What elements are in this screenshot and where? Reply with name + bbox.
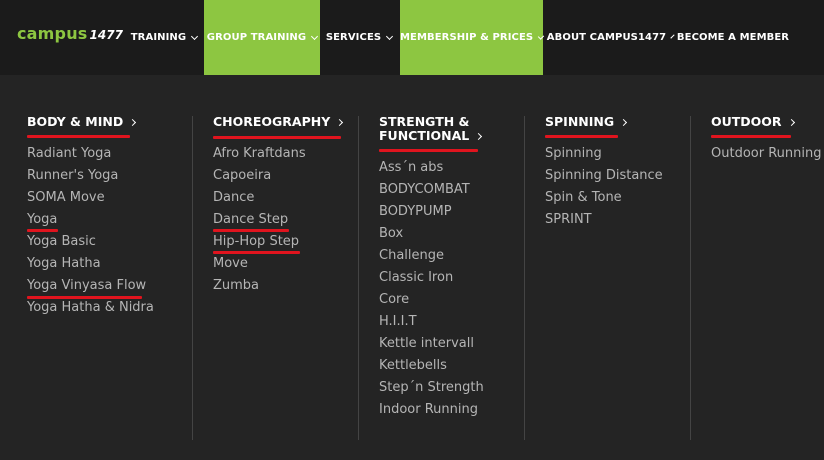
column-divider (358, 116, 359, 440)
heading-outdoor[interactable]: OUTDOOR (711, 115, 795, 129)
list-item-yoga[interactable]: Yoga (27, 209, 154, 231)
spinning-list: Spinning Spinning Distance Spin & Tone S… (545, 143, 663, 231)
list-item-classic-iron[interactable]: Classic Iron (379, 267, 484, 289)
nav-about-campus1477[interactable]: ABOUT CAMPUS1477 (546, 0, 675, 75)
list-item-kettlebells[interactable]: Kettlebells (379, 355, 484, 377)
choreography-list: Afro Kraftdans Capoeira Dance Dance Step… (213, 143, 306, 297)
list-item-assn-abs[interactable]: Ass´n abs (379, 157, 484, 179)
list-item-bodycombat[interactable]: BODYCOMBAT (379, 179, 484, 201)
underline-marker (545, 135, 618, 138)
chevron-down-icon (191, 32, 199, 40)
menu-column-spinning: SPINNING Spinning Spinning Distance Spin… (545, 115, 663, 227)
list-item-indoor-running[interactable]: Indoor Running (379, 399, 484, 421)
list-item-challenge[interactable]: Challenge (379, 245, 484, 267)
list-item-kettle-intervall[interactable]: Kettle intervall (379, 333, 484, 355)
chevron-right-icon (475, 132, 483, 141)
underline-marker (27, 135, 130, 138)
heading-strength-functional[interactable]: STRENGTH & FUNCTIONAL (379, 115, 483, 143)
list-item-yoga-hatha[interactable]: Yoga Hatha (27, 253, 154, 275)
chevron-right-icon (787, 118, 795, 127)
chevron-down-icon (538, 32, 545, 40)
underline-marker (213, 136, 341, 139)
nav-membership-prices[interactable]: MEMBERSHIP & PRICES (400, 0, 545, 75)
list-item-hiit[interactable]: H.I.I.T (379, 311, 484, 333)
column-divider (524, 116, 525, 440)
underline-marker (213, 251, 300, 254)
nav-group-training-label: GROUP TRAINING (206, 32, 307, 43)
heading-spinning[interactable]: SPINNING (545, 115, 628, 129)
list-item-hip-hop-step[interactable]: Hip-Hop Step (213, 231, 306, 253)
chevron-down-icon (311, 32, 319, 40)
underline-marker (27, 296, 142, 299)
logo-word: campus (17, 24, 88, 43)
nav-group-training[interactable]: GROUP TRAINING (204, 0, 320, 75)
nav-training[interactable]: TRAINING (126, 0, 202, 75)
list-item-box[interactable]: Box (379, 223, 484, 245)
column-divider (690, 116, 691, 440)
list-item-afro-kraftdans[interactable]: Afro Kraftdans (213, 143, 306, 165)
list-item-yoga-hatha-nidra[interactable]: Yoga Hatha & Nidra (27, 297, 154, 319)
nav-become-a-member[interactable]: BECOME A MEMBER (676, 0, 790, 75)
list-item-dance-step[interactable]: Dance Step (213, 209, 306, 231)
list-item-capoeira[interactable]: Capoeira (213, 165, 306, 187)
nav-services[interactable]: SERVICES (322, 0, 396, 75)
heading-body-mind[interactable]: BODY & MIND (27, 115, 137, 129)
campus1477-logo[interactable]: campus 1477 (17, 24, 123, 46)
chevron-down-icon (386, 32, 394, 40)
list-item-dance[interactable]: Dance (213, 187, 306, 209)
heading-choreography[interactable]: CHOREOGRAPHY (213, 115, 344, 129)
list-item-stepn-strength[interactable]: Step´n Strength (379, 377, 484, 399)
strength-functional-list: Ass´n abs BODYCOMBAT BODYPUMP Box Challe… (379, 157, 484, 421)
list-item-radiant-yoga[interactable]: Radiant Yoga (27, 143, 154, 165)
top-navigation-bar: campus 1477 TRAINING GROUP TRAINING SERV… (0, 0, 824, 75)
nav-become-member-label: BECOME A MEMBER (676, 32, 790, 43)
menu-column-outdoor: OUTDOOR Outdoor Running (711, 115, 821, 161)
list-item-yoga-vinyasa-flow[interactable]: Yoga Vinyasa Flow (27, 275, 154, 297)
underline-marker (213, 229, 289, 232)
underline-marker (711, 135, 791, 138)
list-item-core[interactable]: Core (379, 289, 484, 311)
list-item-spinning[interactable]: Spinning (545, 143, 663, 165)
menu-column-choreography: CHOREOGRAPHY Afro Kraftdans Capoeira Dan… (213, 115, 344, 293)
chevron-right-icon (336, 118, 344, 127)
list-item-bodypump[interactable]: BODYPUMP (379, 201, 484, 223)
list-item-runners-yoga[interactable]: Runner's Yoga (27, 165, 154, 187)
outdoor-list: Outdoor Running (711, 143, 821, 165)
list-item-sprint[interactable]: SPRINT (545, 209, 663, 231)
list-item-move[interactable]: Move (213, 253, 306, 275)
list-item-yoga-basic[interactable]: Yoga Basic (27, 231, 154, 253)
chevron-right-icon (620, 118, 628, 127)
list-item-zumba[interactable]: Zumba (213, 275, 306, 297)
underline-marker (379, 149, 478, 152)
column-divider (192, 116, 193, 440)
list-item-spin-tone[interactable]: Spin & Tone (545, 187, 663, 209)
underline-marker (27, 229, 58, 232)
list-item-spinning-distance[interactable]: Spinning Distance (545, 165, 663, 187)
logo-number: 1477 (89, 28, 123, 42)
list-item-outdoor-running[interactable]: Outdoor Running (711, 143, 821, 165)
list-item-soma-move[interactable]: SOMA Move (27, 187, 154, 209)
nav-services-label: SERVICES (325, 32, 382, 43)
chevron-right-icon (129, 118, 137, 127)
menu-column-strength-functional: STRENGTH & FUNCTIONAL Ass´n abs BODYCOMB… (379, 115, 484, 417)
chevron-down-icon (670, 33, 675, 39)
nav-membership-prices-label: MEMBERSHIP & PRICES (400, 32, 534, 43)
nav-about-label: ABOUT CAMPUS1477 (546, 32, 667, 43)
nav-training-label: TRAINING (130, 32, 187, 43)
menu-column-body-mind: BODY & MIND Radiant Yoga Runner's Yoga S… (27, 115, 154, 315)
